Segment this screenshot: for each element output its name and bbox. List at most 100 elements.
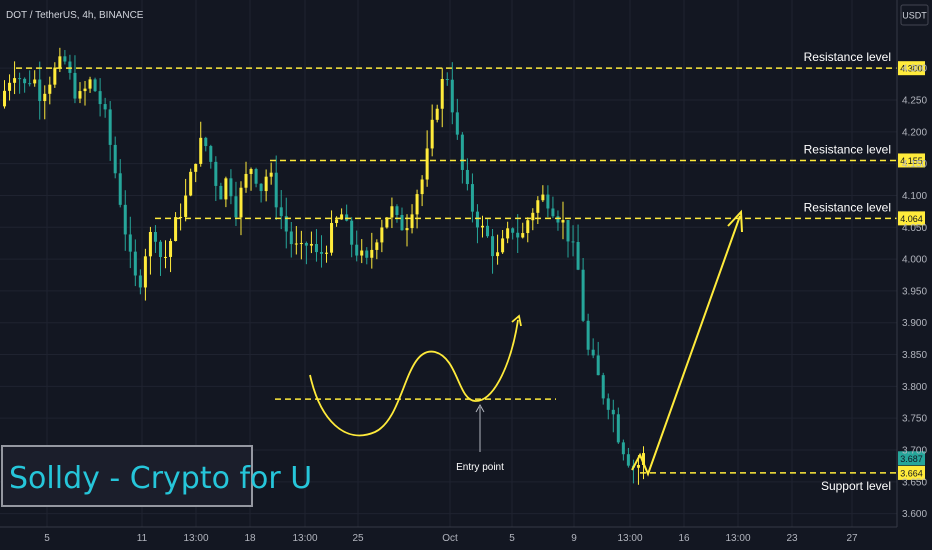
candle-body [435,108,439,120]
candle-body [128,234,132,252]
candle-body [546,194,550,209]
candle-body [98,91,102,105]
candle-body [365,250,369,258]
price-tick-label: 3.800 [902,382,927,393]
candle-body [445,79,449,81]
candle-body [234,196,238,218]
time-tick-label: 5 [44,533,50,544]
candle-body [314,244,318,253]
candle-body [626,454,630,466]
candle-body [450,79,454,113]
candle-body [219,185,223,200]
candle-body [123,204,127,235]
time-tick-label: 5 [509,533,515,544]
candle-body [229,178,233,197]
candle-body [496,252,500,257]
candle-body [345,214,349,221]
candle-body [88,79,92,89]
candle-body [636,464,640,468]
candle-body [133,251,137,276]
symbol-title: DOT / TetherUS, 4h, BINANCE [6,10,144,21]
candle-body [138,275,142,288]
candle-body [465,169,469,185]
price-tick-label: 4.300 [902,64,927,75]
candle-body [244,173,248,188]
candle-body [591,349,595,356]
time-tick-label: Oct [442,533,458,544]
price-tick-label: 3.650 [902,477,927,488]
candle-body [184,195,188,217]
candle-body [440,79,444,109]
candle-body [33,79,37,84]
candle-body [164,256,168,258]
candle-body [108,109,112,145]
level-label: Resistance level [804,50,891,64]
candle-body [8,82,12,91]
candle-body [204,137,208,147]
candle-body [380,227,384,243]
candle-body [581,269,585,321]
price-axis[interactable]: 4.300 4.250 4.200 4.150 4.100 4.050 4.000 3.950… [902,64,927,520]
time-tick-label: 11 [137,533,148,544]
price-tick-label: 4.150 [902,159,927,170]
price-tick-label: 4.050 [902,223,927,234]
candle-body [18,78,22,80]
candle-body [420,179,424,195]
candle-body [460,134,464,170]
candle-body [491,236,495,257]
level-label: Resistance level [804,200,891,214]
candle-body [23,78,27,84]
candle-body [214,161,218,186]
candle-body [470,184,474,212]
candle-body [194,163,198,172]
candle-body [309,244,313,246]
candle-body [118,173,122,205]
candle-body [395,206,399,216]
candle-body [611,409,615,415]
price-tick-label: 4.200 [902,127,927,138]
candle-body [556,216,560,223]
candle-body [274,172,278,208]
candle-body [199,137,203,164]
price-tick-label: 4.250 [902,96,927,107]
time-tick-label: 16 [678,533,690,544]
candle-body [259,183,263,192]
candle-body [601,375,605,399]
candle-body [153,231,157,242]
candle-body [269,172,273,177]
candle-body [360,250,364,256]
price-chart[interactable]: Resistance level 4.300 Resistance level 4.1… [0,0,932,550]
price-tick-label: 4.000 [902,255,927,266]
candle-body [239,187,243,218]
candle-body [13,78,17,83]
candle-body [531,212,535,221]
candle-body [325,252,329,254]
candle-body [73,72,77,99]
candle-body [400,215,404,231]
candle-body [430,119,434,149]
candle-body [586,320,590,350]
candle-body [93,79,97,92]
candle-body [536,200,540,213]
time-tick-label: 13:00 [725,533,750,544]
candle-body [551,208,555,217]
price-tick-label: 3.950 [902,286,927,297]
candle-body [53,67,57,85]
candle-body [516,232,520,238]
currency-label: USDT [902,11,927,21]
candle-body [38,79,42,102]
candle-body [330,222,334,253]
candle-body [78,91,82,99]
candle-body [480,225,484,228]
candle-body [299,242,303,244]
candle-body [3,90,7,107]
price-tick-label: 3.700 [902,446,927,457]
candle-body [209,146,213,162]
candle-body [475,211,479,228]
candle-body [294,243,298,245]
candle-body [511,228,515,233]
candle-body [506,228,510,239]
time-tick-label: 25 [352,533,364,544]
time-tick-label: 27 [846,533,858,544]
candle-body [350,220,354,245]
